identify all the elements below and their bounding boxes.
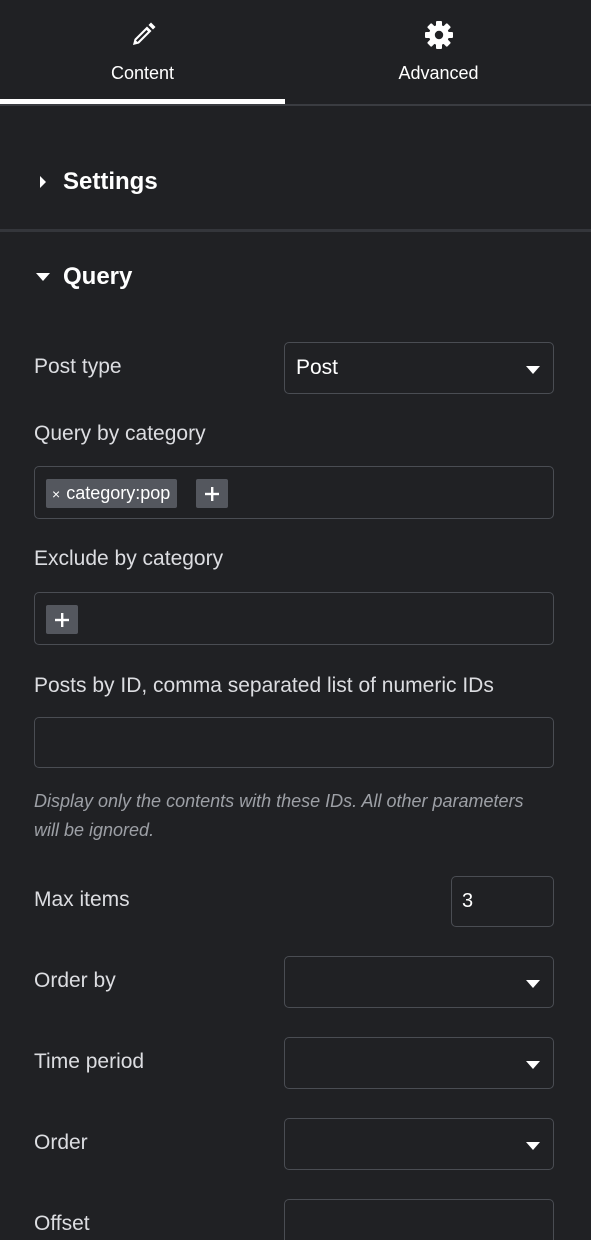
post-type-select[interactable]: Post: [284, 342, 554, 394]
section-query-toggle[interactable]: Query: [34, 263, 132, 291]
max-items-input[interactable]: [451, 876, 554, 927]
query-by-category-field[interactable]: × category:pop: [34, 466, 554, 519]
query-by-category-label: Query by category: [34, 422, 206, 445]
section-settings-title: Settings: [63, 168, 158, 195]
category-tag: × category:pop: [46, 479, 178, 508]
order-select[interactable]: [284, 1118, 554, 1170]
chevron-down-icon: [525, 1058, 541, 1070]
pencil-icon: [128, 20, 158, 50]
caret-down-icon: [34, 268, 52, 286]
exclude-by-category-label: Exclude by category: [34, 547, 224, 570]
add-category-button[interactable]: [196, 479, 228, 508]
section-query-title: Query: [63, 263, 133, 290]
time-period-label: Time period: [34, 1050, 145, 1073]
plus-icon: [205, 486, 219, 501]
section-divider: [0, 229, 591, 232]
plus-icon: [55, 612, 69, 627]
panel-tabs: Content Advanced: [0, 0, 591, 106]
chevron-down-icon: [525, 977, 541, 989]
offset-label: Offset: [34, 1212, 90, 1235]
section-settings-toggle[interactable]: Settings: [34, 168, 158, 196]
exclude-by-category-field[interactable]: [34, 592, 554, 645]
chevron-down-icon: [525, 1139, 541, 1151]
offset-input[interactable]: [284, 1199, 554, 1240]
chevron-down-icon: [525, 363, 541, 375]
order-label: Order: [34, 1131, 88, 1154]
time-period-select[interactable]: [284, 1037, 554, 1089]
max-items-label: Max items: [34, 888, 130, 911]
tab-advanced-label: Advanced: [398, 63, 479, 83]
order-by-label: Order by: [34, 969, 116, 992]
active-tab-indicator: [0, 99, 285, 104]
remove-tag-icon[interactable]: ×: [52, 486, 60, 502]
posts-by-id-input[interactable]: [34, 717, 554, 768]
post-type-value: Post: [296, 356, 339, 379]
caret-right-icon: [34, 173, 52, 191]
tab-content-label: Content: [110, 63, 175, 83]
order-by-select[interactable]: [284, 956, 554, 1008]
add-exclude-category-button[interactable]: [46, 605, 78, 634]
gear-icon: [424, 20, 454, 50]
posts-by-id-label: Posts by ID, comma separated list of num…: [34, 674, 494, 697]
tab-content[interactable]: Content: [0, 0, 285, 106]
widget-panel: Content Advanced Settings Query Post typ…: [0, 0, 591, 1240]
category-tag-label: category:pop: [66, 483, 171, 503]
post-type-label: Post type: [34, 355, 122, 378]
posts-by-id-help: Display only the contents with these IDs…: [34, 791, 524, 840]
tab-advanced[interactable]: Advanced: [290, 0, 587, 106]
